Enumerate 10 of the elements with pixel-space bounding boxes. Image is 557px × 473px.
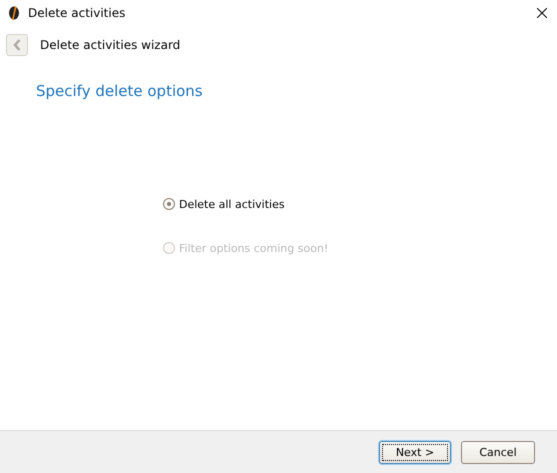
window-title: Delete activities — [28, 6, 126, 20]
dialog-button[interactable]: Cancel — [461, 440, 535, 464]
app-logo-icon — [8, 6, 20, 20]
page-heading: Specify delete options — [36, 82, 204, 100]
wizard-title: Delete activities wizard — [40, 38, 180, 52]
radio-option[interactable]: Delete all activities — [163, 196, 557, 212]
dialog-button[interactable]: Next > — [379, 440, 451, 464]
chevron-left-icon — [13, 39, 21, 51]
close-icon[interactable] — [537, 8, 547, 18]
radio-button[interactable] — [163, 198, 175, 210]
